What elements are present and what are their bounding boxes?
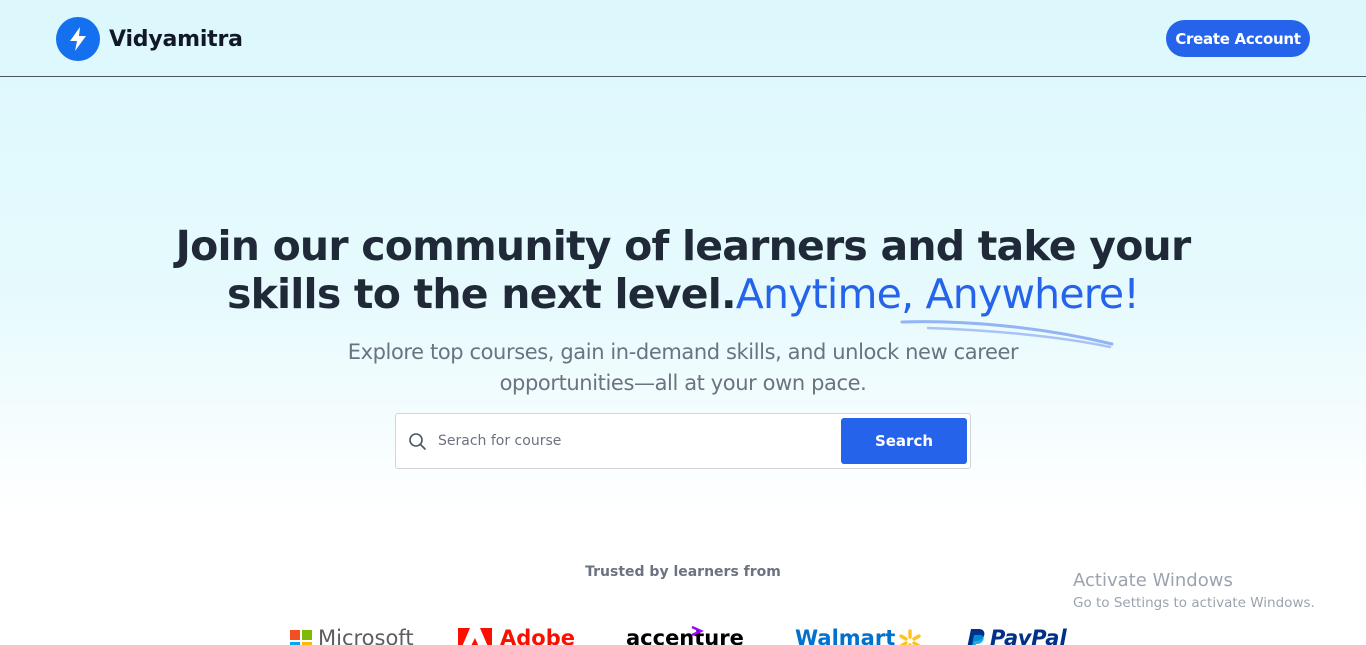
top-navbar: Vidyamitra Create Account xyxy=(0,0,1366,77)
adobe-wordmark: Adobe xyxy=(500,626,575,645)
adobe-logo: Adobe xyxy=(458,622,575,645)
course-search-input[interactable] xyxy=(438,424,828,458)
accenture-wordmark: accenture xyxy=(626,626,744,645)
hero-heading-line2: skills to the next level. xyxy=(226,270,737,318)
microsoft-logo: Microsoft xyxy=(290,622,414,645)
lightning-bolt-icon xyxy=(56,17,100,61)
course-search-bar: Search xyxy=(395,413,971,469)
paypal-logo: PayPal xyxy=(962,622,1067,645)
windows-activation-watermark: Activate Windows Go to Settings to activ… xyxy=(1073,570,1315,614)
paypal-wordmark: PayPal xyxy=(990,626,1067,645)
hero-heading-accent: Anytime, Anywhere! xyxy=(735,270,1140,318)
partner-logos: Microsoft Adobe accenture Walmart PayPal xyxy=(0,622,1366,645)
hero-heading: Join our community of learners and take … xyxy=(0,222,1366,318)
adobe-a-icon xyxy=(458,628,492,645)
watermark-title: Activate Windows xyxy=(1073,570,1233,591)
hero-heading-line1: Join our community of learners and take … xyxy=(175,222,1192,270)
microsoft-wordmark: Microsoft xyxy=(318,626,414,645)
create-account-button[interactable]: Create Account xyxy=(1166,20,1310,57)
accenture-logo: accenture xyxy=(626,622,744,645)
search-button[interactable]: Search xyxy=(841,418,967,464)
accenture-chevron-icon xyxy=(691,625,704,637)
watermark-subtitle: Go to Settings to activate Windows. xyxy=(1073,595,1315,611)
hero-subtitle: Explore top courses, gain in-demand skil… xyxy=(347,340,1019,395)
paypal-p-icon xyxy=(967,629,985,645)
walmart-spark-icon xyxy=(899,629,921,645)
brand-name: Vidyamitra xyxy=(109,26,243,52)
walmart-wordmark: Walmart xyxy=(795,626,896,645)
walmart-logo: Walmart xyxy=(795,622,923,645)
microsoft-squares-icon xyxy=(290,630,312,645)
search-icon xyxy=(408,432,428,457)
brand-logo[interactable]: Vidyamitra xyxy=(56,17,243,61)
